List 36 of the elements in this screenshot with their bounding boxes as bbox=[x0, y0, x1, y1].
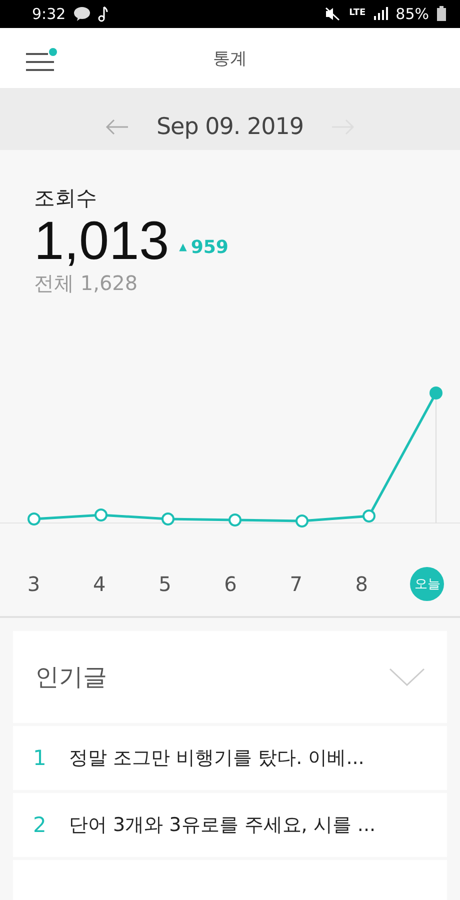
day-tab[interactable]: 3 bbox=[16, 567, 51, 602]
music-note-icon bbox=[98, 6, 108, 22]
popular-post-row[interactable]: 1 정말 조그만 비행기를 탔다. 이베... bbox=[13, 726, 447, 790]
data-point bbox=[430, 386, 442, 400]
total-views: 전체 1,628 bbox=[34, 270, 138, 297]
day-tab[interactable]: 8 bbox=[344, 567, 379, 602]
post-rank: 2 bbox=[33, 813, 47, 837]
battery-level: 85% bbox=[396, 4, 429, 23]
data-point bbox=[28, 512, 40, 526]
metric-label: 조회수 bbox=[34, 184, 97, 212]
view-change: ▲ 959 bbox=[179, 236, 228, 258]
network-type: LTE bbox=[349, 9, 366, 18]
battery-icon bbox=[437, 6, 446, 22]
day-tab[interactable]: 7 bbox=[279, 567, 314, 602]
data-point bbox=[362, 509, 376, 522]
page-title: 통계 bbox=[213, 48, 247, 70]
popular-posts-header[interactable]: 인기글 bbox=[13, 631, 447, 723]
post-rank: 1 bbox=[33, 746, 47, 770]
signal-icon bbox=[374, 7, 388, 20]
status-time: 9:32 bbox=[32, 4, 66, 23]
day-tab[interactable]: 6 bbox=[214, 567, 248, 602]
current-date: Sep 09. 2019 bbox=[156, 114, 304, 140]
day-tab[interactable]: 4 bbox=[82, 567, 116, 602]
popular-posts-title: 인기글 bbox=[35, 662, 107, 693]
data-point bbox=[228, 513, 242, 526]
popular-post-row[interactable]: 2 단어 3개와 3유로를 주세요, 시를 ... bbox=[13, 793, 447, 857]
view-count: 1,013 bbox=[34, 212, 170, 270]
mute-icon bbox=[325, 6, 342, 21]
day-tab[interactable]: 5 bbox=[148, 567, 182, 602]
post-title: 정말 조그만 비행기를 탔다. 이베... bbox=[69, 746, 364, 771]
data-point bbox=[94, 508, 108, 522]
data-point bbox=[296, 514, 308, 528]
previous-date-button[interactable] bbox=[104, 117, 130, 138]
chat-bubble-icon bbox=[74, 6, 90, 21]
post-title: 단어 3개와 3유로를 주세요, 시를 ... bbox=[69, 813, 376, 838]
data-point bbox=[162, 512, 174, 526]
